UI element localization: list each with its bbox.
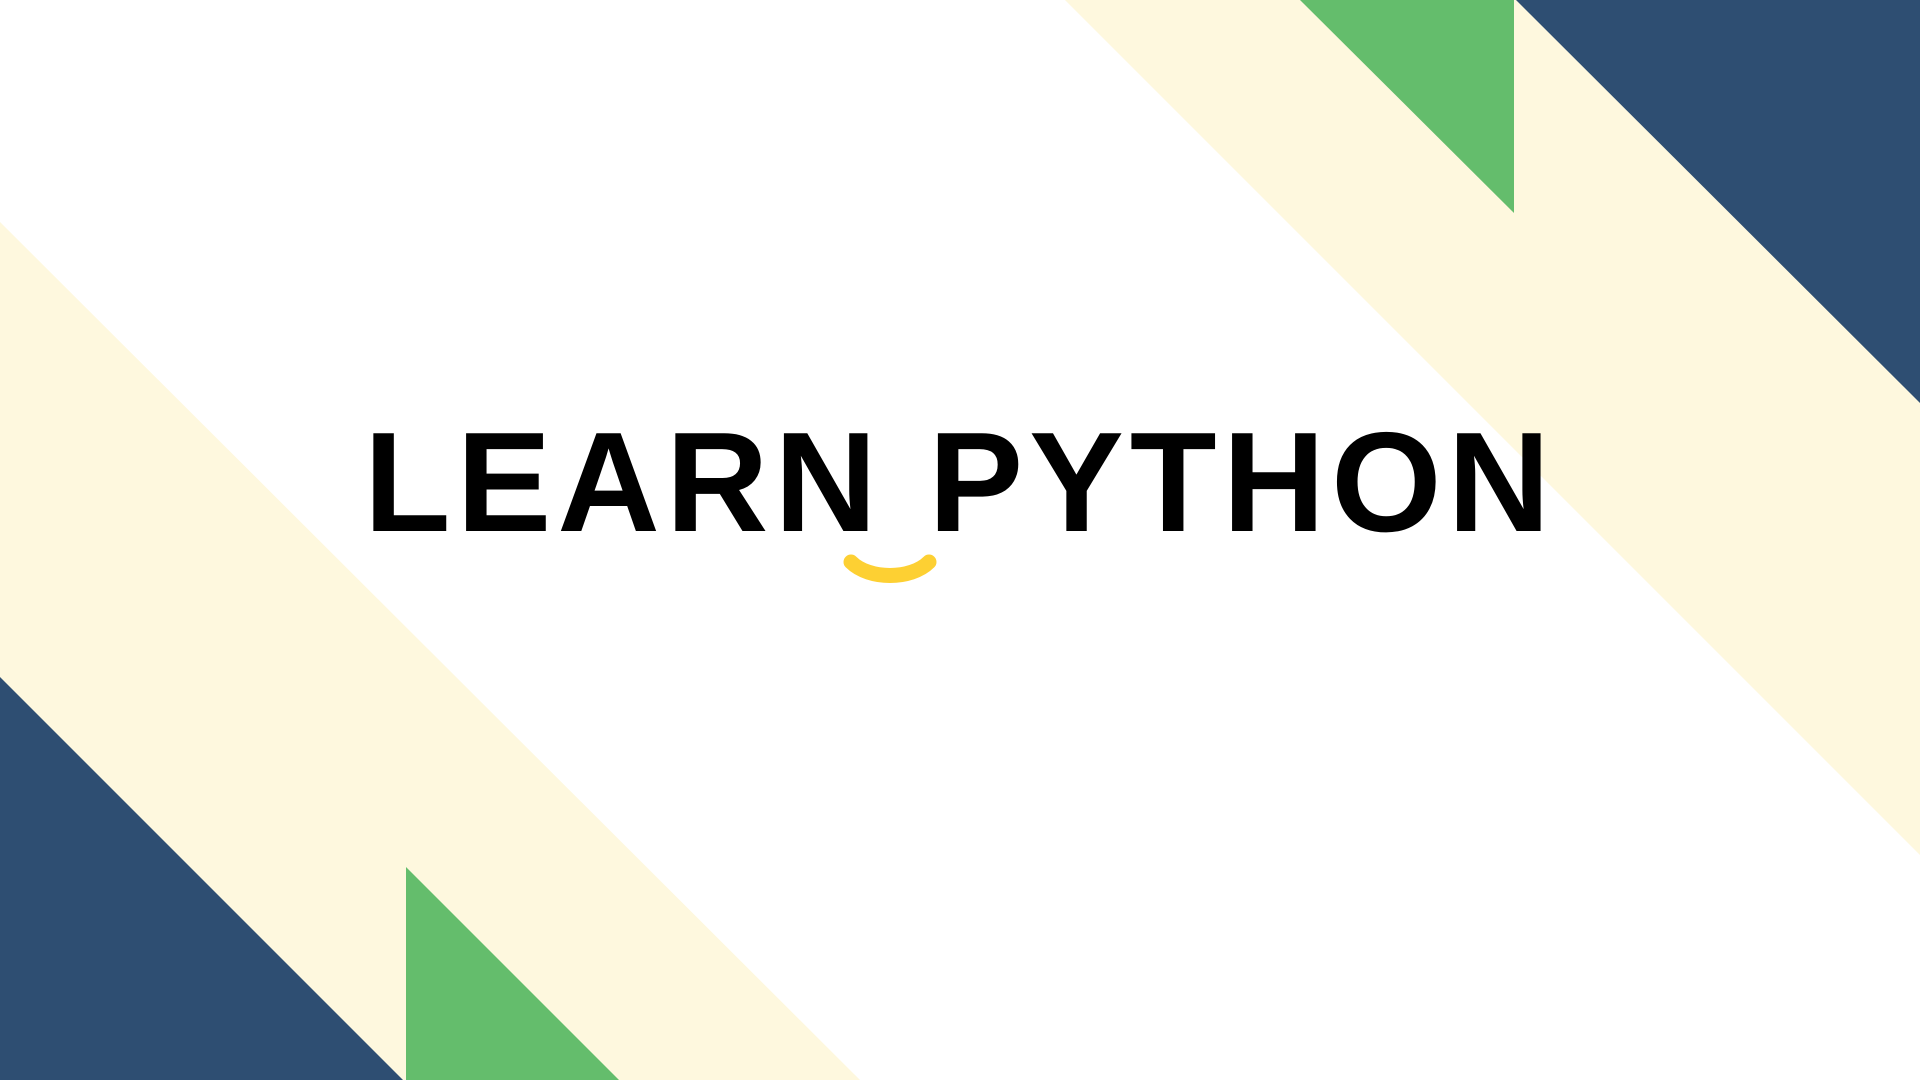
slide-title: LEARN PYTHON	[363, 403, 1557, 562]
title-slide: LEARN PYTHON	[0, 0, 1920, 1080]
title-group: LEARN PYTHON	[0, 0, 1920, 1080]
smile-underline-icon	[843, 554, 937, 583]
